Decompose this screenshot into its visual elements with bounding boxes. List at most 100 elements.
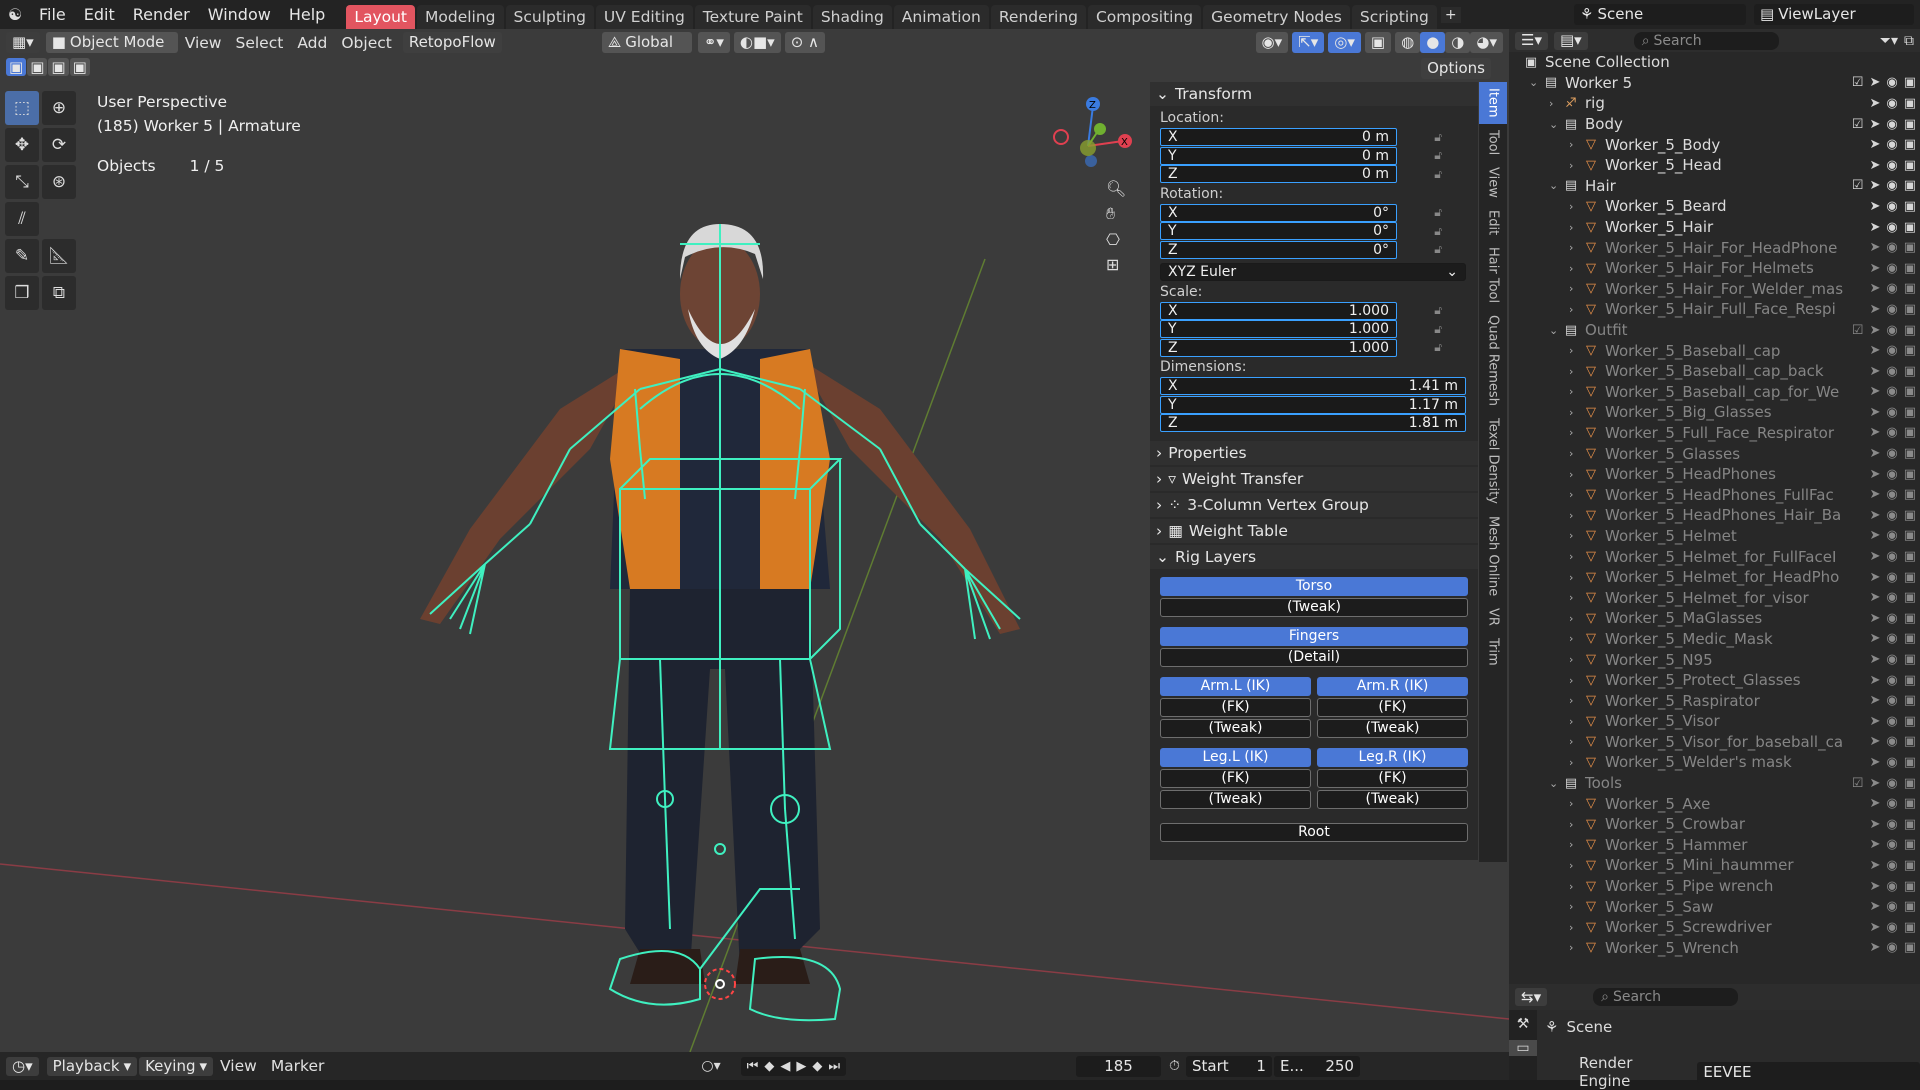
select-arrow-icon[interactable]: ➤ (1869, 261, 1880, 276)
play-icon[interactable]: ▶ (796, 1059, 806, 1074)
keying-menu[interactable]: Keying ▾ (139, 1056, 214, 1076)
play-reverse-icon[interactable]: ◀ (780, 1059, 790, 1074)
select-arrow-icon[interactable]: ➤ (1869, 528, 1880, 543)
outliner-object-row[interactable]: › ▽ Worker_5_Beard ➤ ◉ ▣ (1509, 196, 1920, 217)
select-box-tool-icon[interactable]: ⬚ (5, 91, 39, 125)
new-collection-icon[interactable]: ⧉ (1904, 33, 1914, 49)
navigation-gizmo[interactable]: Z X (1048, 91, 1138, 181)
rig-root-button[interactable]: Root (1160, 822, 1468, 842)
camera-icon[interactable]: ▣ (1904, 796, 1916, 811)
menu-render[interactable]: Render (124, 0, 199, 29)
camera-icon[interactable]: ▣ (1904, 384, 1916, 399)
outliner-object-row[interactable]: › ▽ Worker_5_Hair_For_HeadPhone ➤ ◉ ▣ (1509, 237, 1920, 258)
select-arrow-icon[interactable]: ➤ (1869, 673, 1880, 688)
eye-icon[interactable]: ◉ (1886, 261, 1897, 276)
camera-icon[interactable]: ▣ (1904, 879, 1916, 894)
select-arrow-icon[interactable]: ➤ (1869, 75, 1880, 90)
lock-icon[interactable]: 🔓︎ (1434, 224, 1442, 239)
camera-icon[interactable]: ▣ (1904, 899, 1916, 914)
chevron-right-icon[interactable]: › (1569, 612, 1583, 625)
chevron-right-icon[interactable]: › (1569, 694, 1583, 707)
perspective-grid-icon[interactable]: ⊞ (1106, 255, 1126, 274)
chevron-right-icon[interactable]: › (1569, 406, 1583, 419)
outliner-object-row[interactable]: › ▽ Worker_5_Helmet_for_HeadPho ➤ ◉ ▣ (1509, 567, 1920, 588)
outliner-object-row[interactable]: › ▽ Worker_5_HeadPhones ➤ ◉ ▣ (1509, 464, 1920, 485)
select-arrow-icon[interactable]: ➤ (1869, 467, 1880, 482)
properties-editor-type-button[interactable]: ⇆▾ (1515, 988, 1548, 1006)
eye-icon[interactable]: ◉ (1886, 796, 1897, 811)
eye-icon[interactable]: ◉ (1886, 343, 1897, 358)
select-arrow-icon[interactable]: ➤ (1869, 755, 1880, 770)
camera-icon[interactable]: ▣ (1904, 323, 1916, 338)
select-arrow-icon[interactable]: ➤ (1869, 611, 1880, 626)
dimensions-y-field[interactable]: Y 1.17 m (1160, 395, 1466, 414)
jump-start-icon[interactable]: ⏮ (747, 1059, 759, 1074)
eye-icon[interactable]: ◉ (1886, 570, 1897, 585)
outliner-object-row[interactable]: › ▽ Worker_5_Raspirator ➤ ◉ ▣ (1509, 690, 1920, 711)
rig-arm-l-ik-button[interactable]: Arm.L (IK) (1160, 676, 1311, 696)
chevron-right-icon[interactable]: › (1569, 900, 1583, 913)
outliner-object-row[interactable]: › ▽ Worker_5_Head ➤ ◉ ▣ (1509, 155, 1920, 176)
eye-icon[interactable]: ◉ (1886, 446, 1897, 461)
timeline-view-menu[interactable]: View (213, 1057, 264, 1075)
chevron-right-icon[interactable]: › (1569, 282, 1583, 295)
outliner-object-row[interactable]: › ▽ Worker_5_Pipe wrench ➤ ◉ ▣ (1509, 876, 1920, 897)
hair-tool-icon[interactable]: ⫽ (5, 202, 39, 236)
chevron-right-icon[interactable]: › (1569, 221, 1583, 234)
tab-tool[interactable]: Tool (1479, 124, 1507, 161)
rig-layers-section-header[interactable]: ⌄ Rig Layers (1150, 544, 1478, 569)
rotation-x-field[interactable]: X 0° (1160, 203, 1397, 222)
camera-icon[interactable]: ▣ (1904, 487, 1916, 502)
outliner-object-row[interactable]: › ▽ Worker_5_Hair_Full_Face_Respi ➤ ◉ ▣ (1509, 299, 1920, 320)
outliner-object-row[interactable]: › ▽ Worker_5_Wrench ➤ ◉ ▣ (1509, 938, 1920, 959)
select-arrow-icon[interactable]: ➤ (1869, 879, 1880, 894)
preview-range-icon[interactable]: ⏱ (1169, 1058, 1180, 1074)
tab-layout[interactable]: Layout (346, 5, 416, 29)
select-arrow-icon[interactable]: ➤ (1869, 920, 1880, 935)
chevron-right-icon[interactable]: › (1569, 941, 1583, 954)
chevron-down-icon[interactable]: ⌄ (1549, 179, 1563, 192)
add-object-tool-icon[interactable]: ⧉ (42, 276, 76, 310)
outliner-object-row[interactable]: › ▽ Worker_5_Screwdriver ➤ ◉ ▣ (1509, 917, 1920, 938)
chevron-right-icon[interactable]: › (1569, 488, 1583, 501)
location-x-field[interactable]: X0 m (1160, 128, 1397, 146)
lock-icon[interactable]: 🔓︎ (1434, 148, 1442, 163)
chevron-right-icon[interactable]: › (1569, 674, 1583, 687)
transform-tool-icon[interactable]: ⊛ (42, 165, 76, 199)
eye-icon[interactable]: ◉ (1886, 837, 1897, 852)
outliner-object-row[interactable]: › ▽ Worker_5_Helmet ➤ ◉ ▣ (1509, 526, 1920, 547)
display-mode-button[interactable]: ▤▾ (1553, 31, 1588, 50)
outliner-object-row[interactable]: › ▽ Worker_5_Axe ➤ ◉ ▣ (1509, 793, 1920, 814)
eye-icon[interactable]: ◉ (1886, 899, 1897, 914)
pan-hand-icon[interactable]: ✋︎ (1106, 204, 1126, 224)
tool-settings-tab-icon[interactable]: ⚒ (1509, 1016, 1537, 1032)
outliner-object-row[interactable]: › ▽ Worker_5_Helmet_for_visor ➤ ◉ ▣ (1509, 587, 1920, 608)
eye-icon[interactable]: ◉ (1886, 384, 1897, 399)
select-arrow-icon[interactable]: ➤ (1869, 343, 1880, 358)
tab-texel-density[interactable]: Texel Density (1479, 412, 1507, 510)
select-arrow-icon[interactable]: ➤ (1869, 117, 1880, 132)
rotation-mode-select[interactable]: XYZ Euler ⌄ (1160, 263, 1466, 281)
chevron-down-icon[interactable]: ⌄ (1549, 777, 1563, 790)
outliner-object-row[interactable]: › ▽ Worker_5_Welder's mask ➤ ◉ ▣ (1509, 752, 1920, 773)
chevron-right-icon[interactable]: › (1569, 838, 1583, 851)
annotate-tool-icon[interactable]: ✎ (5, 239, 39, 273)
select-arrow-icon[interactable]: ➤ (1869, 323, 1880, 338)
rig-torso-button[interactable]: Torso (1160, 576, 1468, 596)
scale-y-field[interactable]: Y 1.000 (1160, 320, 1397, 338)
camera-icon[interactable]: ▣ (1904, 693, 1916, 708)
tab-compositing[interactable]: Compositing (1087, 5, 1202, 29)
location-z-field[interactable]: Z0 m (1160, 165, 1397, 183)
select-arrow-icon[interactable]: ➤ (1869, 837, 1880, 852)
tab-modeling[interactable]: Modeling (417, 5, 504, 29)
eye-icon[interactable]: ◉ (1886, 281, 1897, 296)
camera-icon[interactable]: ▣ (1904, 940, 1916, 955)
tab-geometry-nodes[interactable]: Geometry Nodes (1203, 5, 1350, 29)
chevron-right-icon[interactable]: › (1569, 859, 1583, 872)
select-arrow-icon[interactable]: ➤ (1869, 384, 1880, 399)
menu-file[interactable]: File (30, 0, 75, 29)
select-arrow-icon[interactable]: ➤ (1869, 590, 1880, 605)
camera-icon[interactable]: ▣ (1904, 281, 1916, 296)
eye-icon[interactable]: ◉ (1886, 549, 1897, 564)
camera-icon[interactable]: ▣ (1904, 364, 1916, 379)
